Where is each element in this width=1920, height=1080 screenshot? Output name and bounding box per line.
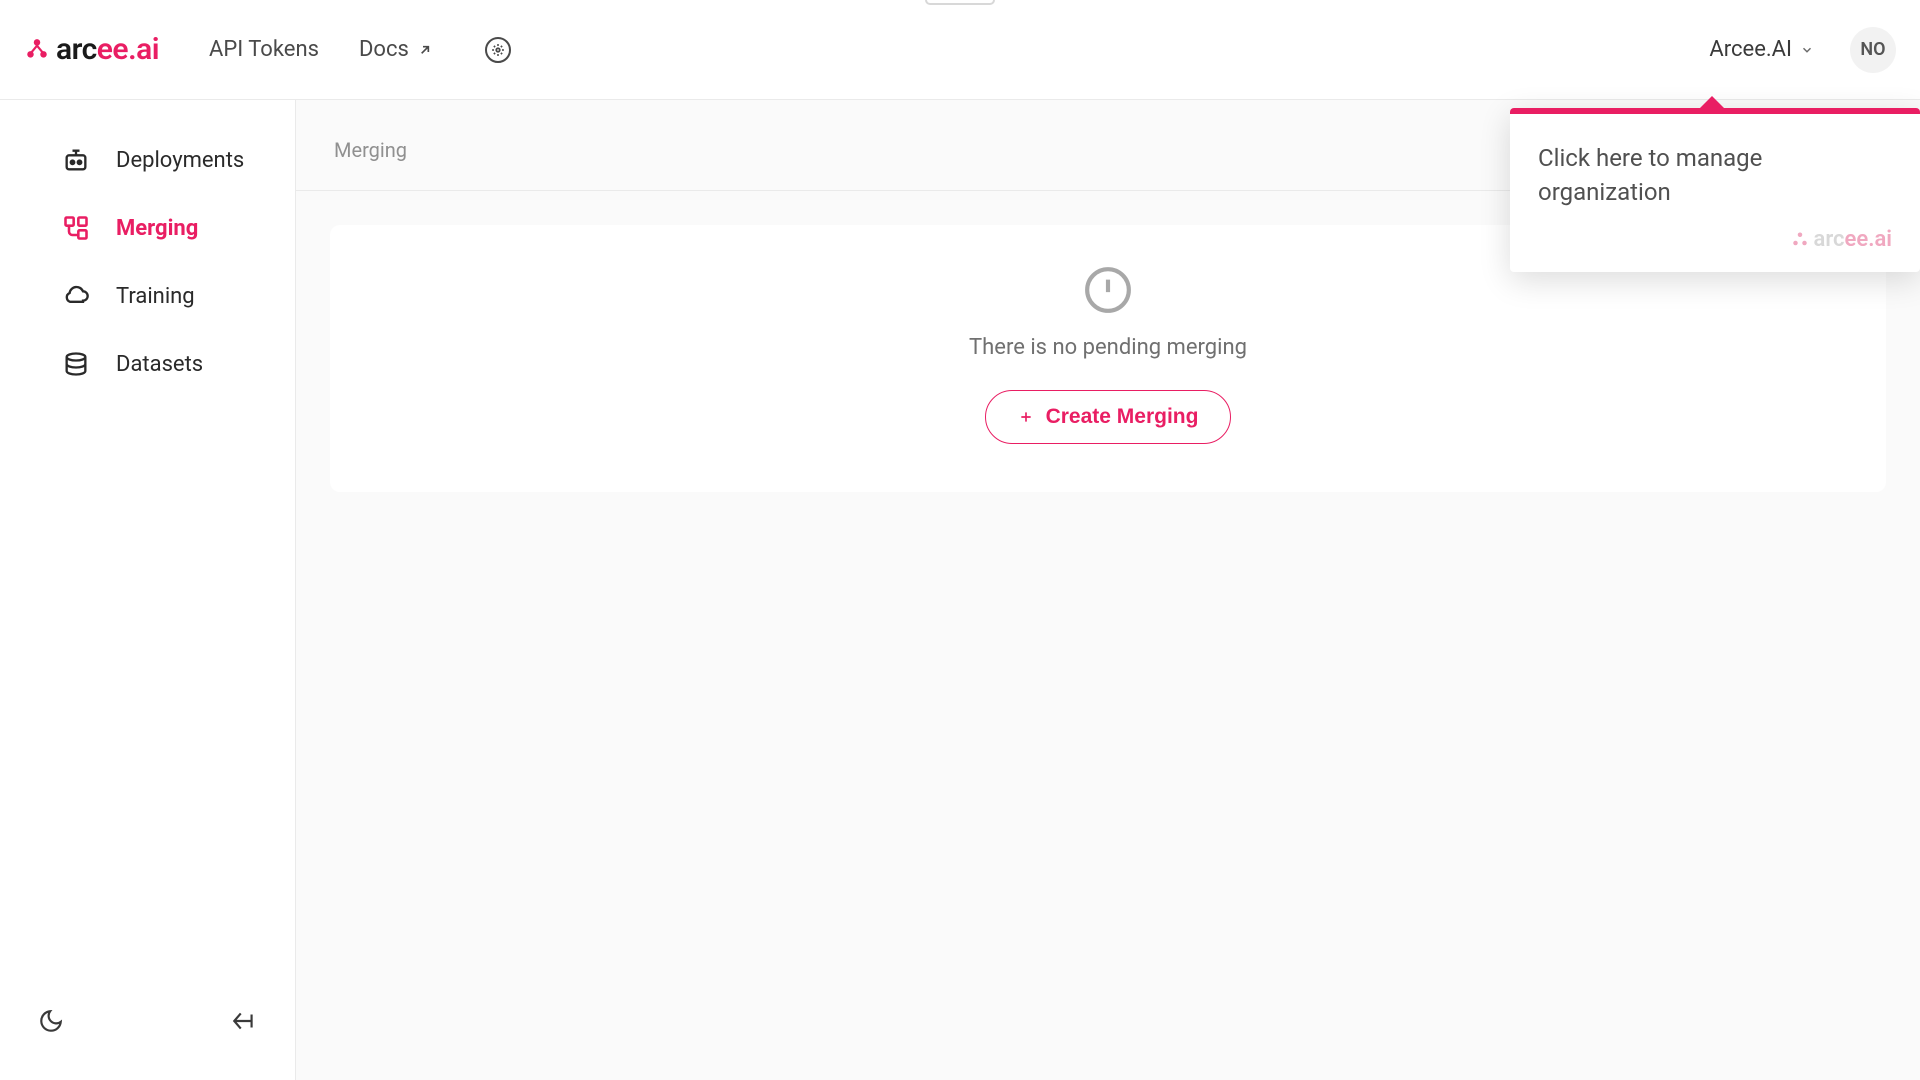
- breadcrumb-label: Merging: [334, 138, 407, 162]
- nav-docs-label: Docs: [359, 37, 409, 62]
- alert-circle-icon: [1083, 265, 1133, 315]
- database-icon: [62, 350, 90, 378]
- nav-api-tokens[interactable]: API Tokens: [209, 37, 319, 62]
- header-right: Arcee.AI NO: [1709, 27, 1896, 73]
- moon-icon: [38, 1008, 64, 1034]
- collapse-sidebar-button[interactable]: [231, 1008, 257, 1034]
- sidebar-item-datasets[interactable]: Datasets: [0, 330, 295, 398]
- external-link-icon: [417, 42, 433, 58]
- sidebar-item-deployments[interactable]: Deployments: [0, 126, 295, 194]
- avatar-initials: NO: [1860, 39, 1885, 60]
- sidebar-item-label: Merging: [116, 216, 198, 241]
- help-icon[interactable]: [485, 37, 511, 63]
- sidebar-item-label: Training: [116, 284, 195, 309]
- tooltip-logo-mark-icon: [1791, 231, 1809, 249]
- sidebar: Deployments Merging Training Datasets: [0, 100, 296, 1080]
- org-dropdown[interactable]: Arcee.AI: [1709, 37, 1814, 62]
- browser-tab-indicator: [925, 0, 995, 5]
- empty-state-message: There is no pending merging: [969, 335, 1247, 360]
- app-header: arcee.ai API Tokens Docs Arcee.AI NO: [0, 0, 1920, 100]
- manage-org-tooltip[interactable]: Click here to manage organization arcee.…: [1510, 108, 1920, 272]
- avatar[interactable]: NO: [1850, 27, 1896, 73]
- sidebar-item-training[interactable]: Training: [0, 262, 295, 330]
- theme-toggle[interactable]: [38, 1008, 64, 1034]
- nav-api-tokens-label: API Tokens: [209, 37, 319, 62]
- robot-icon: [62, 146, 90, 174]
- chevron-down-icon: [1800, 43, 1814, 57]
- nav-links: API Tokens Docs: [209, 37, 511, 63]
- logo-text: arcee.ai: [56, 32, 159, 67]
- logo[interactable]: arcee.ai: [24, 32, 159, 67]
- create-merging-button[interactable]: Create Merging: [985, 390, 1232, 444]
- sidebar-item-label: Datasets: [116, 352, 203, 377]
- tooltip-message: Click here to manage organization: [1538, 142, 1892, 209]
- merge-icon: [62, 214, 90, 242]
- logo-mark-icon: [24, 37, 50, 63]
- cloud-icon: [62, 282, 90, 310]
- sidebar-footer: [0, 1008, 295, 1054]
- org-name-label: Arcee.AI: [1709, 37, 1792, 62]
- plus-icon: [1018, 409, 1034, 425]
- tooltip-brand: arcee.ai: [1538, 227, 1892, 252]
- nav-docs[interactable]: Docs: [359, 37, 433, 62]
- sidebar-item-merging[interactable]: Merging: [0, 194, 295, 262]
- sidebar-item-label: Deployments: [116, 148, 244, 173]
- create-button-label: Create Merging: [1046, 405, 1199, 429]
- collapse-icon: [231, 1008, 257, 1034]
